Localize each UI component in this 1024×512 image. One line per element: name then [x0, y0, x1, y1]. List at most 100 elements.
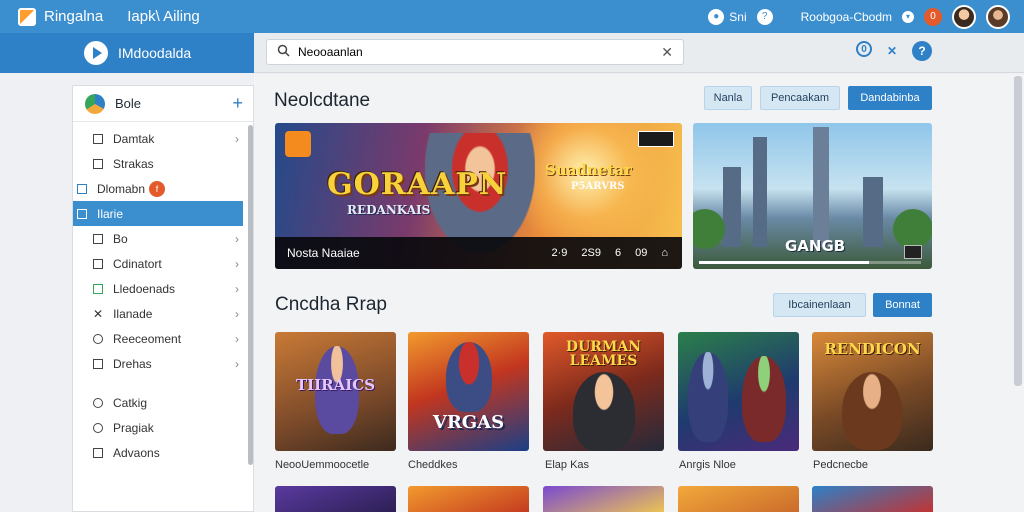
sign-label: Sni: [729, 9, 747, 24]
home-icon[interactable]: ⌂: [661, 247, 668, 259]
sidebar-header-label: Bole: [115, 96, 142, 111]
hero-logo-subtitle: REDANKAIS: [347, 203, 431, 217]
fullscreen-icon[interactable]: [904, 245, 922, 259]
character-image: [573, 372, 635, 451]
sidebar-item-9[interactable]: Drehas ›: [73, 351, 253, 376]
game-card[interactable]: DURMAN LEAMES: [543, 332, 664, 451]
tools-icon[interactable]: ✕: [882, 41, 902, 61]
sidebar-item-label: Lledoenads: [113, 281, 176, 296]
chevron-right-icon: ›: [235, 131, 239, 146]
sidebar-item-5[interactable]: Cdinatort ›: [73, 251, 253, 276]
tree-graphic: [693, 209, 725, 249]
game-card[interactable]: TIIRAICS: [275, 332, 396, 451]
game-card-label[interactable]: NeooUemmoocetle: [275, 459, 369, 471]
sidebar-item-label: Ilarie: [97, 206, 124, 221]
hero-control-3[interactable]: 6: [615, 247, 621, 259]
chevron-down-icon[interactable]: ▾: [902, 10, 914, 23]
character-image: [688, 352, 728, 442]
game-card-label[interactable]: Anrgis Nloe: [679, 459, 736, 471]
main-scrollbar[interactable]: [1014, 76, 1022, 386]
game-card[interactable]: [678, 332, 799, 451]
sidebar-item-6[interactable]: Lledoenads ›: [73, 276, 253, 301]
sidebar-item-2[interactable]: Dlomabn f: [73, 176, 253, 201]
sign-in-button[interactable]: ● Sni: [708, 8, 747, 25]
notification-badge[interactable]: 0: [924, 7, 942, 26]
hero-banner[interactable]: GORAAPN REDANKAIS Suadnetar P5ARVRS Nost…: [275, 123, 682, 269]
filter-button-3[interactable]: Dandabinba: [848, 86, 932, 110]
sidebar-item-10[interactable]: Catkig: [73, 390, 253, 415]
section-button-1[interactable]: Ibcainenlaan: [773, 293, 866, 317]
account-label[interactable]: Roobgoa-Cbodm: [801, 10, 892, 24]
character-image: [742, 356, 786, 442]
list-icon: [93, 358, 103, 369]
sidebar-item-label: Pragiak: [113, 420, 154, 435]
game-card[interactable]: [275, 486, 396, 512]
sidebar-item-label: Cdinatort: [113, 256, 162, 271]
sidebar-item-label: Strakas: [113, 156, 154, 171]
game-card[interactable]: VRGAS: [408, 332, 529, 451]
game-card-label[interactable]: Pedcnecbe: [813, 459, 868, 471]
brand-bar: IMdoodalda: [0, 33, 254, 73]
section-title: Cncdha Rrap: [275, 294, 387, 315]
help-icon[interactable]: ?: [756, 8, 773, 25]
file-icon: [93, 233, 103, 244]
sidebar-item-label: Ilanade: [113, 306, 153, 321]
user-icon: ●: [708, 8, 725, 25]
hero-secondary-title: Suadnetar: [545, 161, 632, 179]
game-card-label[interactable]: Cheddkes: [408, 459, 458, 471]
app-title: Ringalna: [44, 8, 104, 25]
hero-logo: GORAAPN: [327, 167, 508, 202]
game-card-label[interactable]: Elap Kas: [545, 459, 589, 471]
sidebar-scrollbar[interactable]: [248, 125, 253, 465]
chevron-right-icon: ›: [235, 331, 239, 346]
search-input[interactable]: [298, 45, 662, 59]
sidebar-item-1[interactable]: Strakas: [73, 151, 253, 176]
sidebar-item-8[interactable]: Reeceoment ›: [73, 326, 253, 351]
sidebar-item-label: Reeceoment: [113, 331, 182, 346]
sidebar-item-12[interactable]: Advaons: [73, 440, 253, 465]
avatar-secondary[interactable]: [986, 4, 1010, 29]
game-card[interactable]: RENDICON: [812, 332, 933, 451]
filter-button-1[interactable]: Nanla: [704, 86, 752, 110]
building-graphic: [723, 167, 741, 247]
app-logo-icon[interactable]: [18, 7, 36, 26]
sidebar-item-11[interactable]: Pragiak: [73, 415, 253, 440]
folder-icon: [93, 133, 103, 144]
sidebar-header[interactable]: Bole +: [73, 86, 253, 122]
header-icons: 0 ✕ ?: [856, 41, 932, 61]
building-graphic: [813, 127, 829, 247]
sidebar-item-4[interactable]: Bo ›: [73, 226, 253, 251]
brand-name[interactable]: IMdoodalda: [118, 45, 191, 61]
sidebar-item-7[interactable]: ✕ Ilanade ›: [73, 301, 253, 326]
character-image: [842, 372, 902, 450]
section-button-2[interactable]: Bonnat: [873, 293, 932, 317]
sidebar-item-3[interactable]: Ilarie: [73, 201, 243, 226]
avatar[interactable]: [952, 4, 976, 29]
top-right-controls: ● Sni ? Roobgoa-Cbodm ▾ 0: [708, 4, 1024, 29]
game-card[interactable]: [543, 486, 664, 512]
featured-card-secondary[interactable]: GANGB: [693, 123, 932, 269]
info-icon[interactable]: 0: [856, 41, 872, 57]
grid-icon: [93, 258, 103, 269]
chevron-right-icon: ›: [235, 231, 239, 246]
hero-control-2[interactable]: 2S9: [581, 247, 601, 259]
hero-control-4[interactable]: 09: [635, 247, 647, 259]
app-subtitle[interactable]: Iapk\ Ailing: [127, 8, 200, 25]
secondary-logo: GANGB: [785, 237, 846, 255]
game-card[interactable]: [678, 486, 799, 512]
game-card[interactable]: [812, 486, 933, 512]
top-bar: Ringalna Iapk\ Ailing ● Sni ? Roobgoa-Cb…: [0, 0, 1024, 33]
rating-tag-icon: [638, 131, 674, 147]
hero-control-1[interactable]: 2·9: [551, 247, 567, 259]
game-card[interactable]: [408, 486, 529, 512]
add-icon[interactable]: +: [232, 93, 243, 114]
close-icon[interactable]: ✕: [661, 44, 673, 61]
help-circle-icon[interactable]: ?: [912, 41, 932, 61]
document-icon: [93, 158, 103, 169]
filter-button-2[interactable]: Pencaakam: [760, 86, 840, 110]
search-box[interactable]: ✕: [266, 39, 684, 65]
search-icon: [277, 44, 290, 60]
checkbox-icon: [93, 447, 103, 458]
edit-icon: [77, 208, 87, 219]
sidebar-item-0[interactable]: Damtak ›: [73, 126, 253, 151]
